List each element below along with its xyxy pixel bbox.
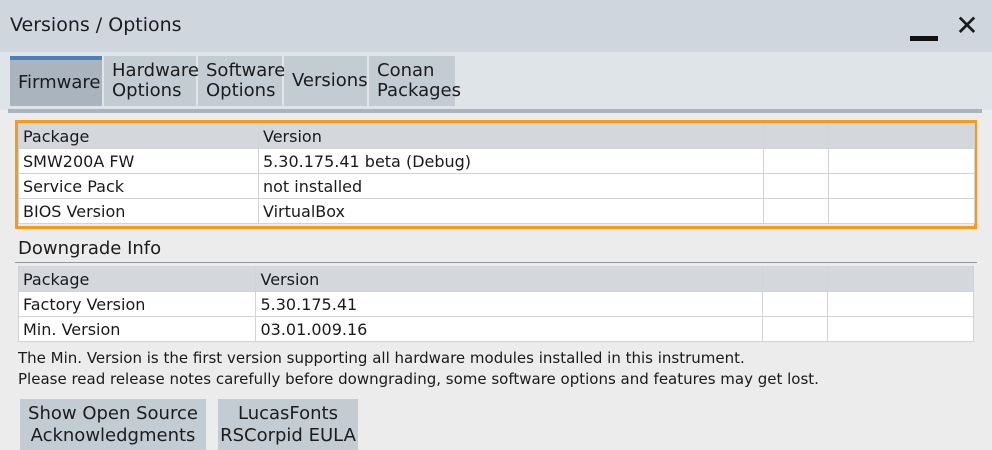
column-header-empty [826,266,975,292]
cell-empty [763,198,829,224]
downgrade-warning-note: Please read release notes carefully befo… [18,370,819,388]
tab-hardware-options[interactable]: Hardware Options [104,56,199,106]
tab-label: Firmware [18,72,101,93]
cell-package: BIOS Version [18,198,259,224]
firmware-table: Package Version SMW200A FW 5.30.175.41 b… [18,123,975,224]
cell-empty [828,148,975,174]
tab-conan-packages[interactable]: Conan Packages [369,56,461,106]
cell-empty [828,173,975,199]
table-row: BIOS Version VirtualBox [18,198,975,224]
cell-version: 03.01.009.16 [255,316,763,342]
column-header-empty [761,266,828,292]
table-header-row: Package Version [17,266,975,292]
tab-label: Conan Packages [377,60,461,101]
cell-empty [761,316,828,342]
tab-software-options[interactable]: Software Options [198,56,286,106]
tab-strip: Firmware Hardware Options Software Options… [0,52,992,110]
cell-empty [763,173,829,199]
cell-empty [826,291,975,317]
table-row: Min. Version 03.01.009.16 [17,316,975,342]
downgrade-table: Package Version Factory Version 5.30.175… [17,266,975,342]
tab-label: Software Options [206,60,286,101]
cell-version: 5.30.175.41 beta (Debug) [258,148,764,174]
cell-version: 5.30.175.41 [255,291,763,317]
versions-options-dialog: Versions / Options ✕ Firmware Hardware Op… [0,0,992,450]
table-row: Factory Version 5.30.175.41 [17,291,975,317]
show-open-source-acknowledgments-button[interactable]: Show Open Source Acknowledgments [20,399,206,450]
tab-label: Versions [292,70,368,91]
minimize-icon [910,36,938,41]
tab-firmware[interactable]: Firmware [10,56,102,106]
downgrade-table-frame: Package Version Factory Version 5.30.175… [17,266,976,342]
column-header-version: Version [258,123,764,149]
cell-empty [761,291,828,317]
column-header-package: Package [17,266,257,292]
table-header-row: Package Version [18,123,975,149]
close-button[interactable]: ✕ [950,8,984,44]
tab-underline [8,109,982,113]
table-row: SMW200A FW 5.30.175.41 beta (Debug) [18,148,975,174]
column-header-package: Package [18,123,259,149]
column-header-empty [828,123,975,149]
lucasfonts-eula-button[interactable]: LucasFonts RSCorpid EULA [218,399,358,450]
cell-version: VirtualBox [258,198,764,224]
tab-versions[interactable]: Versions [284,56,368,106]
close-icon: ✕ [955,9,979,42]
title-bar: Versions / Options ✕ [0,0,992,53]
minimize-button[interactable] [906,12,940,42]
min-version-note: The Min. Version is the first version su… [18,349,745,367]
column-header-empty [763,123,829,149]
table-row: Service Pack not installed [18,173,975,199]
button-label: LucasFonts RSCorpid EULA [220,403,356,446]
column-header-version: Version [255,266,763,292]
section-divider [15,262,977,263]
cell-empty [763,148,829,174]
cell-package: Min. Version [17,316,257,342]
cell-empty [828,198,975,224]
dialog-title: Versions / Options [10,14,182,36]
button-label: Show Open Source Acknowledgments [28,403,198,446]
cell-package: SMW200A FW [18,148,259,174]
cell-package: Factory Version [17,291,257,317]
tab-label: Hardware Options [112,60,199,101]
cell-empty [826,316,975,342]
downgrade-info-title: Downgrade Info [18,238,162,259]
cell-version: not installed [258,173,764,199]
firmware-table-frame: Package Version SMW200A FW 5.30.175.41 b… [15,120,977,229]
cell-package: Service Pack [18,173,259,199]
